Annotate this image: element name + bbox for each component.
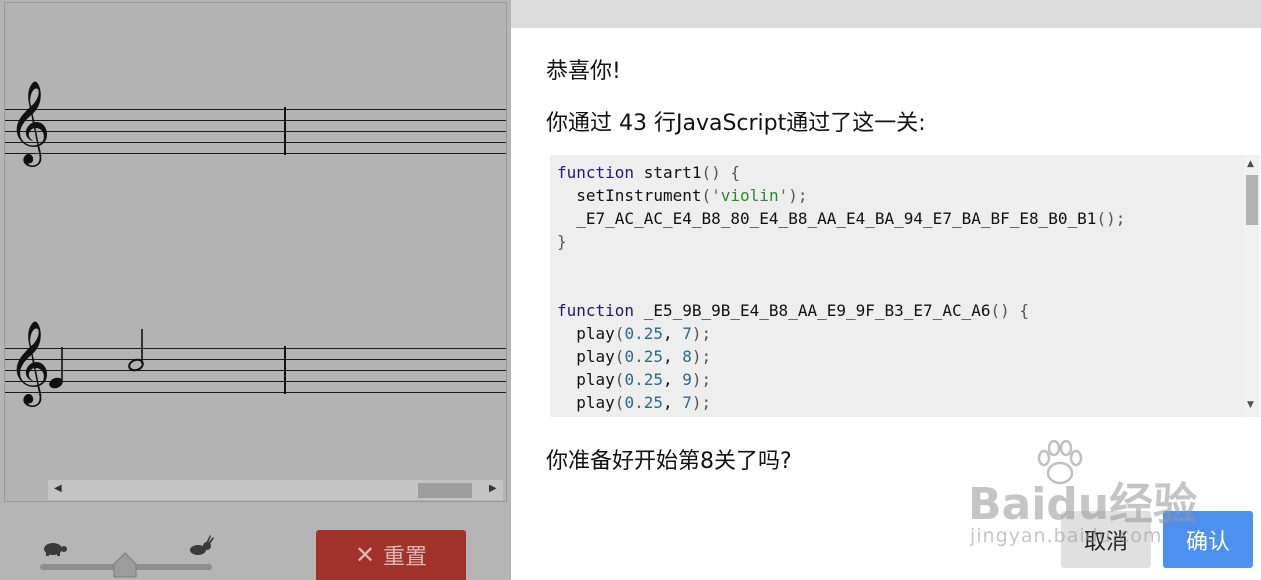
game-area: 𝄞 𝄞 ◀ ▶ ✕ 重置: [0, 0, 511, 580]
reset-label: 重置: [383, 545, 428, 570]
level-complete-dialog: 恭喜你! 你通过 43 行JavaScript通过了这一关: function …: [511, 0, 1261, 580]
scrollbar-thumb[interactable]: [1246, 175, 1258, 225]
scroll-down-icon[interactable]: ▼: [1247, 400, 1254, 410]
rabbit-icon: [190, 535, 214, 555]
congrats-text: 恭喜你!: [546, 59, 621, 84]
turtle-icon: [44, 543, 67, 556]
speed-control: [40, 534, 215, 580]
speed-slider-thumb[interactable]: [113, 552, 137, 578]
scrollbar-thumb[interactable]: [418, 483, 472, 498]
next-level-question: 你准备好开始第8关了吗?: [546, 449, 792, 474]
passed-message: 你通过 43 行JavaScript通过了这一关:: [546, 111, 926, 136]
confirm-button[interactable]: 确认: [1163, 511, 1253, 568]
vertical-scrollbar[interactable]: ▲ ▼: [1244, 155, 1260, 417]
dialog-header: [511, 0, 1261, 28]
scroll-right-icon[interactable]: ▶: [489, 483, 497, 494]
treble-clef-icon: 𝄞: [8, 79, 51, 163]
horizontal-scrollbar[interactable]: ◀ ▶: [48, 480, 503, 500]
close-icon: ✕: [354, 541, 376, 569]
cancel-button[interactable]: 取消: [1061, 511, 1151, 568]
scroll-up-icon[interactable]: ▲: [1247, 159, 1254, 169]
code-block: function start1() { setInstrument('violi…: [557, 163, 1126, 417]
half-note: [128, 329, 144, 372]
quarter-note: [49, 347, 63, 389]
reset-button[interactable]: ✕ 重置: [316, 530, 466, 580]
code-viewer[interactable]: function start1() { setInstrument('violi…: [550, 155, 1260, 417]
music-staff-panel: 𝄞 𝄞: [4, 2, 507, 502]
scroll-left-icon[interactable]: ◀: [54, 483, 62, 494]
treble-clef-icon: 𝄞: [8, 319, 51, 403]
